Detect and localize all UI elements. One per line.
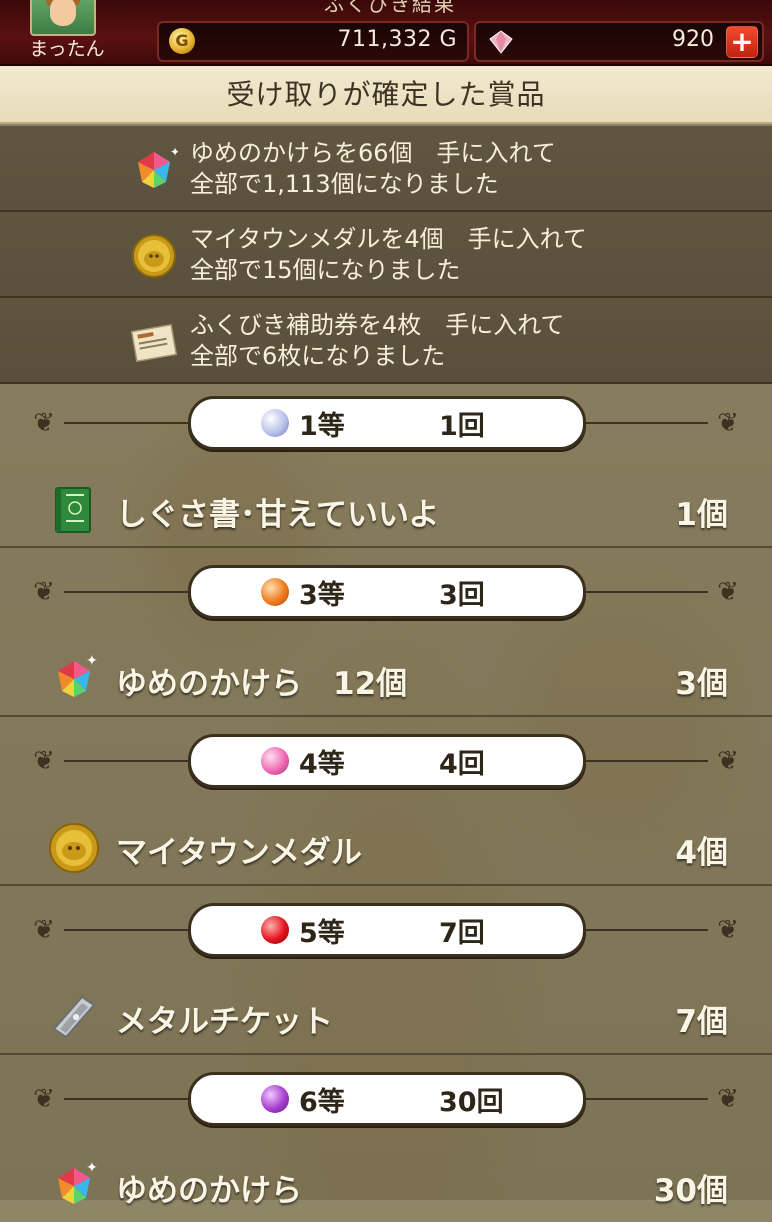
rank-pill: 6等 30回	[188, 1072, 586, 1126]
dream-shard-icon: ✦	[58, 1160, 98, 1204]
prize-item-qty: 7個	[675, 1004, 728, 1040]
rank-pill: 3等 3回	[188, 565, 586, 619]
flourish-right-icon: ❦	[717, 577, 739, 607]
rank-label: 3等	[299, 580, 345, 611]
svg-text:✦: ✦	[86, 653, 98, 669]
rank-label: 4等	[299, 749, 345, 780]
confirmed-line: ゆめのかけらを66個 手に入れて	[190, 139, 556, 167]
rank-orb-icon	[261, 916, 289, 944]
divider	[578, 929, 708, 931]
prize-item-name: しぐさ書･甘えていいよ	[116, 497, 440, 533]
confirmed-item: ふくびき補助券を4枚 手に入れて 全部で6枚になりました	[0, 298, 772, 384]
player-avatar[interactable]	[30, 0, 96, 36]
section-title: 受け取りが確定した賞品	[0, 66, 772, 124]
gold-coin-icon: G	[169, 28, 195, 54]
divider	[578, 760, 708, 762]
prize-item-name: マイタウンメダル	[116, 835, 362, 871]
rank-header: ❦ ❦ 1等 1回	[0, 396, 772, 450]
dream-shard-icon: ✦	[138, 146, 178, 188]
rank-orb-icon	[261, 747, 289, 775]
prize-item-row: しぐさ書･甘えていいよ 1個	[0, 472, 772, 548]
divider	[64, 929, 194, 931]
dream-shard-icon: ✦	[58, 653, 98, 697]
divider	[64, 1098, 194, 1100]
metal-ticket-icon	[52, 995, 96, 1039]
rank-orb-icon	[261, 578, 289, 606]
gold-value: 711,332 G	[337, 27, 457, 52]
confirmed-line: マイタウンメダルを4個 手に入れて	[190, 225, 587, 253]
flourish-right-icon: ❦	[717, 1084, 739, 1114]
rank-header: ❦ ❦ 4等 4回	[0, 734, 772, 788]
lottery-ticket-icon	[130, 323, 178, 363]
flourish-left-icon: ❦	[33, 577, 55, 607]
gem-icon	[489, 30, 513, 54]
flourish-left-icon: ❦	[33, 408, 55, 438]
prize-item-name: メタルチケット	[116, 1004, 333, 1040]
rank-pill: 5等 7回	[188, 903, 586, 957]
mytown-medal-icon	[49, 823, 99, 873]
rank-count: 7回	[439, 918, 485, 949]
svg-text:✦: ✦	[170, 146, 178, 159]
prize-item-name: ゆめのかけら	[116, 1173, 302, 1209]
confirmed-text: マイタウンメダルを4個 手に入れて 全部で15個になりました	[190, 224, 750, 286]
rank-orb-icon	[261, 409, 289, 437]
add-gems-button[interactable]: +	[726, 26, 758, 58]
divider	[578, 422, 708, 424]
green-book-icon	[55, 487, 91, 533]
confirmed-item: マイタウンメダルを4個 手に入れて 全部で15個になりました	[0, 212, 772, 298]
flourish-right-icon: ❦	[717, 746, 739, 776]
avatar-face	[50, 0, 76, 26]
rank-label: 1等	[299, 411, 345, 442]
rank-label: 6等	[299, 1087, 345, 1118]
confirmed-line: ふくびき補助券を4枚 手に入れて	[190, 311, 565, 339]
confirmed-line: 全部で6枚になりました	[190, 342, 446, 370]
header-title: ふくびき結果	[324, 0, 456, 16]
prize-item-row: ✦ ゆめのかけら 12個 3個	[0, 641, 772, 717]
rank-header: ❦ ❦ 5等 7回	[0, 903, 772, 957]
flourish-left-icon: ❦	[33, 1084, 55, 1114]
rank-label: 5等	[299, 918, 345, 949]
confirmed-item: ✦ ゆめのかけらを66個 手に入れて 全部で1,113個になりました	[0, 126, 772, 212]
rank-pill: 4等 4回	[188, 734, 586, 788]
rank-count: 3回	[439, 580, 485, 611]
rank-header: ❦ ❦ 3等 3回	[0, 565, 772, 619]
flourish-left-icon: ❦	[33, 915, 55, 945]
prize-item-qty: 1個	[675, 497, 728, 533]
rank-header: ❦ ❦ 6等 30回	[0, 1072, 772, 1126]
svg-text:✦: ✦	[86, 1160, 98, 1176]
prize-item-row: マイタウンメダル 4個	[0, 810, 772, 886]
divider	[64, 591, 194, 593]
rank-count: 1回	[439, 411, 485, 442]
rank-pill: 1等 1回	[188, 396, 586, 450]
confirmed-text: ゆめのかけらを66個 手に入れて 全部で1,113個になりました	[190, 138, 750, 200]
gold-counter: G 711,332 G	[157, 21, 469, 62]
divider	[64, 422, 194, 424]
confirmed-line: 全部で1,113個になりました	[190, 170, 499, 198]
divider	[578, 591, 708, 593]
prize-item-qty: 4個	[675, 835, 728, 871]
rank-count: 4回	[439, 749, 485, 780]
flourish-left-icon: ❦	[33, 746, 55, 776]
confirmed-text: ふくびき補助券を4枚 手に入れて 全部で6枚になりました	[190, 310, 750, 372]
prize-item-row: メタルチケット 7個	[0, 979, 772, 1055]
confirmed-line: 全部で15個になりました	[190, 256, 461, 284]
prize-item-qty: 3個	[675, 666, 728, 702]
gem-counter: 920 +	[474, 21, 764, 62]
top-status-bar: ふくびき結果 まったん G 711,332 G 920 +	[0, 0, 772, 66]
divider	[578, 1098, 708, 1100]
divider	[64, 760, 194, 762]
rank-count: 30回	[439, 1087, 504, 1118]
flourish-right-icon: ❦	[717, 915, 739, 945]
mytown-medal-icon	[132, 234, 176, 278]
flourish-right-icon: ❦	[717, 408, 739, 438]
rank-orb-icon	[261, 1085, 289, 1113]
prize-item-name: ゆめのかけら 12個	[116, 666, 408, 702]
prize-item-row: ✦ ゆめのかけら 30個	[0, 1148, 772, 1222]
prize-item-qty: 30個	[653, 1173, 728, 1209]
player-name: まったん	[29, 38, 105, 60]
gem-value: 920	[672, 27, 714, 52]
